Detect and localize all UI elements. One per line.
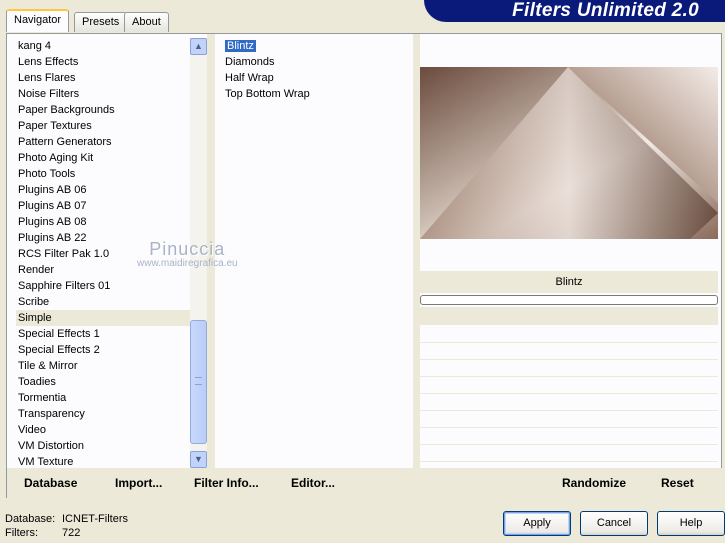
category-item[interactable]: Noise Filters — [16, 86, 192, 102]
scroll-down-icon[interactable]: ▼ — [190, 451, 207, 468]
category-item[interactable]: Video — [16, 422, 192, 438]
filter-info-button[interactable]: Filter Info... — [194, 476, 259, 490]
database-button[interactable]: Database — [24, 476, 77, 490]
current-filter-label: Blintz — [420, 271, 718, 293]
apply-button[interactable]: Apply — [503, 511, 571, 536]
category-item[interactable]: Pattern Generators — [16, 134, 192, 150]
category-item[interactable]: Lens Flares — [16, 70, 192, 86]
category-item[interactable]: Photo Aging Kit — [16, 150, 192, 166]
import-button[interactable]: Import... — [115, 476, 162, 490]
filter-item[interactable]: Blintz — [223, 38, 413, 54]
category-item[interactable]: kang 4 — [16, 38, 192, 54]
filter-item-label: Diamonds — [225, 56, 275, 68]
category-item[interactable]: Tile & Mirror — [16, 358, 192, 374]
category-item[interactable]: Paper Textures — [16, 118, 192, 134]
filter-item[interactable]: Top Bottom Wrap — [223, 86, 413, 102]
category-item[interactable]: Sapphire Filters 01 — [16, 278, 192, 294]
tab-presets[interactable]: Presets — [74, 12, 128, 32]
category-item[interactable]: Transparency — [16, 406, 192, 422]
filters-label: Filters: — [5, 527, 38, 539]
tab-navigator[interactable]: Navigator — [6, 9, 70, 32]
category-item[interactable]: Lens Effects — [16, 54, 192, 70]
filter-item-label: Top Bottom Wrap — [225, 88, 310, 100]
filter-item-label: Blintz — [225, 40, 256, 52]
category-item[interactable]: Tormentia — [16, 390, 192, 406]
category-item[interactable]: Plugins AB 06 — [16, 182, 192, 198]
category-item[interactable]: Simple — [16, 310, 192, 326]
tab-bar: Navigator Presets About — [4, 8, 424, 32]
filter-item-label: Half Wrap — [225, 72, 274, 84]
category-item[interactable]: VM Distortion — [16, 438, 192, 454]
filters-count: 722 — [62, 527, 81, 539]
category-item[interactable]: Photo Tools — [16, 166, 192, 182]
status-info: Database: ICNET-Filters Filters: 722 — [5, 512, 128, 540]
database-value: ICNET-Filters — [62, 513, 128, 525]
parameter-header — [420, 307, 718, 325]
filter-item[interactable]: Diamonds — [223, 54, 413, 70]
help-button[interactable]: Help — [657, 511, 725, 536]
watermark: Pinuccia www.maidiregrafica.eu — [137, 239, 238, 269]
parameter-area — [420, 326, 718, 466]
editor-button[interactable]: Editor... — [291, 476, 335, 490]
navigator-button-bar: Database Import... Filter Info... Editor… — [7, 468, 413, 498]
app-title-banner: Filters Unlimited 2.0 — [424, 0, 725, 22]
scroll-thumb[interactable] — [190, 320, 207, 444]
filter-list: Blintz Diamonds Half Wrap Top Bottom Wrap — [223, 38, 413, 102]
scroll-up-icon[interactable]: ▲ — [190, 38, 207, 55]
category-item[interactable]: Special Effects 1 — [16, 326, 192, 342]
cancel-button[interactable]: Cancel — [580, 511, 648, 536]
filter-preview-image — [420, 67, 718, 239]
category-item[interactable]: Scribe — [16, 294, 192, 310]
preview-button-bar: Randomize Reset — [420, 468, 722, 498]
progress-bar — [420, 295, 718, 305]
randomize-button[interactable]: Randomize — [562, 476, 626, 490]
category-item[interactable]: Special Effects 2 — [16, 342, 192, 358]
database-label: Database: — [5, 513, 56, 525]
filter-item[interactable]: Half Wrap — [223, 70, 413, 86]
category-item[interactable]: Plugins AB 08 — [16, 214, 192, 230]
divider — [413, 34, 420, 498]
navigator-panel: kang 4 Lens Effects Lens Flares Noise Filte… — [6, 33, 722, 498]
category-item[interactable]: Paper Backgrounds — [16, 102, 192, 118]
tab-about[interactable]: About — [124, 12, 169, 32]
category-item[interactable]: Plugins AB 07 — [16, 198, 192, 214]
reset-button[interactable]: Reset — [661, 476, 694, 490]
category-item[interactable]: Toadies — [16, 374, 192, 390]
